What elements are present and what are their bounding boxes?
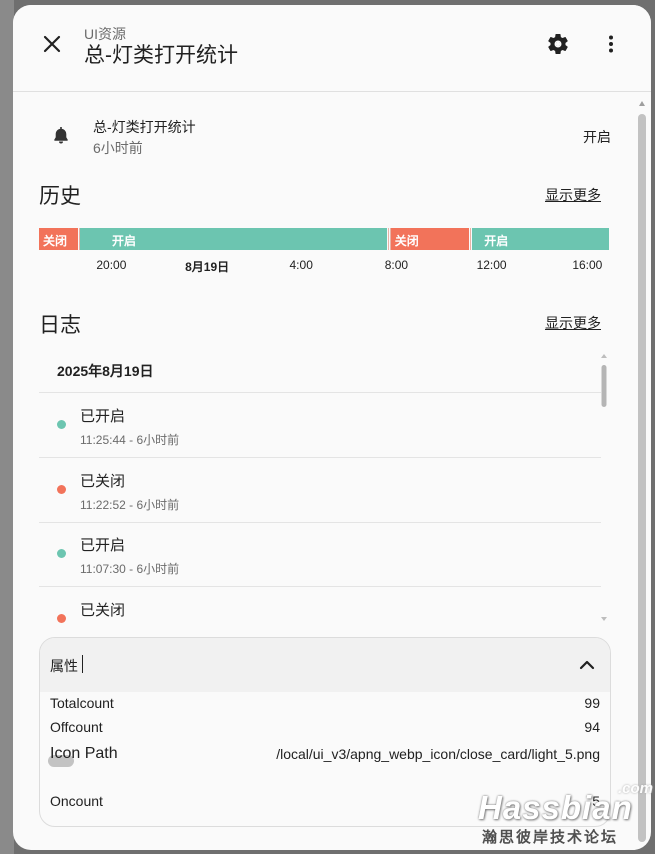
more-vertical-icon xyxy=(609,35,613,53)
text-caret xyxy=(82,655,83,673)
timeline-tick-label: 20:00 xyxy=(96,258,127,272)
dialog-scrollbar[interactable] xyxy=(637,97,647,847)
settings-button[interactable] xyxy=(538,24,578,64)
log-timestamp: 11:25:44 - 6小时前 xyxy=(80,433,180,447)
log-message: 已关闭 xyxy=(80,601,126,619)
timeline-segment-on[interactable]: 开启 xyxy=(472,228,609,250)
attribute-key: Totalcount xyxy=(50,695,114,711)
log-state-dot xyxy=(57,420,66,429)
gear-icon xyxy=(548,34,568,54)
timeline-gap xyxy=(389,228,391,250)
log-timestamp: 11:22:52 - 6小时前 xyxy=(80,497,180,512)
attribute-value: /local/ui_v3/apng_webp_icon/close_card/l… xyxy=(276,746,600,762)
logbook-show-more-link[interactable]: 显示更多 xyxy=(545,313,601,333)
more-info-dialog: UI资源 总-灯类打开统计 总-灯类打开统计 6小时前 开启 历史 显示更多 关… xyxy=(13,5,651,850)
attribute-value: 99 xyxy=(584,695,600,711)
timeline-segment-off[interactable]: 关闭 xyxy=(390,228,470,250)
log-state-dot xyxy=(57,613,66,623)
watermark: .com Hassbian 瀚思彼岸技术论坛 xyxy=(466,780,653,850)
log-entry[interactable]: 已关闭 xyxy=(39,587,601,624)
log-entry[interactable]: 已开启 11:07:30 - 6小时前 xyxy=(39,522,601,586)
page-backdrop xyxy=(0,0,14,854)
timeline-tick-label: 12:00 xyxy=(476,258,507,272)
timeline-segment-label: 关闭 xyxy=(43,234,68,248)
close-icon xyxy=(43,35,61,53)
timeline-segment-label: 开启 xyxy=(112,234,137,248)
attribute-key: Offcount xyxy=(50,719,103,735)
timeline-segment-off[interactable]: 关闭 xyxy=(39,228,78,250)
dialog-header: UI资源 总-灯类打开统计 xyxy=(13,5,651,92)
dialog-content: 总-灯类打开统计 6小时前 开启 历史 显示更多 关闭 开启 关闭 开启 20:00 8… xyxy=(13,93,651,850)
collapse-button[interactable] xyxy=(576,654,598,676)
log-message: 已关闭 xyxy=(80,472,126,490)
history-timeline[interactable]: 关闭 开启 关闭 开启 xyxy=(39,228,609,250)
bell-icon xyxy=(54,127,68,144)
timeline-tick-label: 8月19日 xyxy=(185,260,230,274)
log-message: 已开启 xyxy=(80,537,126,554)
log-timestamp: 11:07:30 - 6小时前 xyxy=(80,562,180,576)
attribute-key: Icon Path xyxy=(50,745,118,762)
history-show-more-link[interactable]: 显示更多 xyxy=(545,185,601,205)
watermark-forum: 瀚思彼岸技术论坛 xyxy=(482,829,619,846)
logbook-scrollbar-track xyxy=(601,354,607,621)
logbook-list[interactable]: 2025年8月19日 已开启 11:25:44 - 6小时前已关闭 11:22:52… xyxy=(39,345,601,623)
timeline-segment-on[interactable]: 开启 xyxy=(80,228,387,250)
timeline-tick-label: 16:00 xyxy=(572,258,603,272)
attributes-title: 属性 xyxy=(50,658,78,674)
log-entry[interactable]: 已开启 11:25:44 - 6小时前 xyxy=(39,393,601,457)
dialog-title: 总-灯类打开统计 xyxy=(84,44,238,67)
timeline-segment-label: 开启 xyxy=(484,234,509,248)
log-message: 已开启 xyxy=(80,408,126,425)
log-entry[interactable]: 已关闭 11:22:52 - 6小时前 xyxy=(39,458,601,522)
timeline-segment-label: 关闭 xyxy=(394,234,419,248)
dialog-scrollbar-track xyxy=(638,101,646,842)
attribute-value: 94 xyxy=(584,719,600,735)
entity-name: 总-灯类打开统计 xyxy=(93,119,196,135)
timeline-tick-label: 4:00 xyxy=(289,258,313,272)
logbook-date: 2025年8月19日 xyxy=(57,363,154,379)
close-button[interactable] xyxy=(32,24,72,64)
more-options-button[interactable] xyxy=(591,24,631,64)
logbook-title: 日志 xyxy=(39,314,81,337)
history-title: 历史 xyxy=(39,185,81,208)
timeline-gap xyxy=(470,228,472,250)
entity-state: 开启 xyxy=(583,129,611,145)
watermark-brand: Hassbian xyxy=(478,789,633,826)
entity-last-changed: 6小时前 xyxy=(93,140,143,156)
attribute-key: Oncount xyxy=(50,793,103,809)
entity-row[interactable]: 总-灯类打开统计 6小时前 开启 xyxy=(39,111,611,157)
timeline-tick-label: 8:00 xyxy=(384,258,409,272)
attributes-header[interactable]: 属性 xyxy=(40,638,610,692)
timeline-gap xyxy=(78,228,80,250)
log-state-dot xyxy=(57,549,66,558)
logbook-scrollbar[interactable] xyxy=(600,353,608,623)
log-state-dot xyxy=(57,484,66,494)
chevron-up-icon xyxy=(579,660,595,670)
